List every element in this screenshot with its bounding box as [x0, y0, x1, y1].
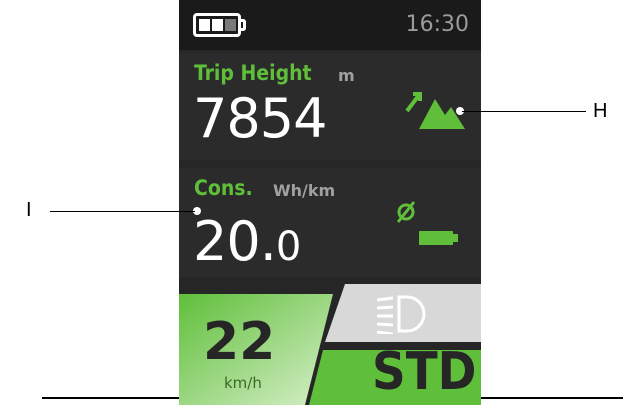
callout-i-line [50, 211, 195, 212]
bottom-area: 22 km/h STD [179, 284, 481, 405]
battery-tip [241, 19, 246, 31]
ebike-display: 16:30 Trip Height m 7854 Cons. Wh/km 20.… [179, 0, 481, 405]
headlight-icon[interactable] [375, 294, 433, 334]
average-battery-icon [396, 201, 458, 245]
consumption-value: 20.0 [193, 210, 301, 273]
status-bar: 16:30 [179, 0, 481, 50]
consumption-unit: Wh/km [273, 181, 336, 200]
consumption-label: Cons. [194, 176, 253, 200]
assist-mode-label[interactable]: STD [372, 342, 476, 402]
callout-h-line [462, 111, 586, 112]
trip-height-value: 7854 [193, 87, 327, 150]
battery-cell [212, 19, 223, 31]
trip-height-unit: m [338, 66, 355, 85]
trip-height-panel: Trip Height m 7854 [179, 53, 481, 160]
battery-cell [225, 19, 236, 31]
speed-unit: km/h [224, 374, 262, 392]
speed-value: 22 [203, 312, 276, 372]
consumption-value-integer: 20. [193, 210, 277, 273]
battery-cell [199, 19, 210, 31]
consumption-panel: Cons. Wh/km 20.0 [179, 168, 481, 278]
callout-i-letter: I [26, 199, 32, 221]
clock: 16:30 [405, 12, 469, 37]
callout-h-letter: H [593, 100, 608, 122]
battery-icon [193, 13, 241, 37]
consumption-value-decimal: 0 [275, 224, 301, 270]
bottom-rule-left [42, 397, 179, 399]
bottom-rule-right [481, 397, 623, 399]
trip-height-label: Trip Height [194, 61, 312, 85]
